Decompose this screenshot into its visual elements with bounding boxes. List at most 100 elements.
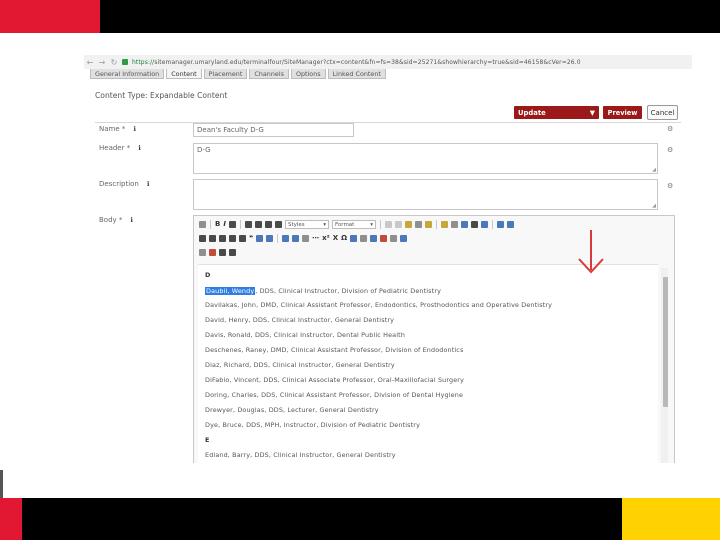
- slide-bottom-bar: [0, 498, 720, 540]
- forward-arrow-icon[interactable]: →: [98, 58, 106, 67]
- spellcheck-icon[interactable]: [199, 235, 206, 242]
- info-icon[interactable]: ℹ: [130, 216, 132, 224]
- info-icon[interactable]: ℹ: [147, 180, 149, 188]
- tab-placement[interactable]: Placement: [203, 69, 248, 79]
- blockquote-icon[interactable]: ❝: [249, 235, 253, 242]
- find-icon[interactable]: [440, 221, 448, 228]
- content-type-title: Content Type: Expandable Content: [95, 91, 228, 100]
- replace-icon[interactable]: [450, 221, 458, 228]
- name-input[interactable]: Dean's Faculty D-G: [193, 123, 354, 137]
- resize-handle-icon[interactable]: ◢: [652, 203, 656, 209]
- back-arrow-icon[interactable]: ←: [86, 58, 94, 67]
- selected-text[interactable]: Daubil, Wendy: [205, 287, 256, 295]
- outdent-icon[interactable]: [229, 235, 236, 242]
- tab-content[interactable]: Content: [166, 69, 202, 79]
- settings-icon[interactable]: ⚙: [667, 125, 673, 133]
- table-icon[interactable]: [480, 221, 488, 228]
- list-item: Dye, Bruce, DDS, MPH, Instructor, Divisi…: [205, 421, 421, 429]
- url-scheme: https://: [132, 58, 155, 66]
- image-properties-icon[interactable]: [219, 249, 226, 256]
- paste-word-icon[interactable]: [424, 221, 432, 228]
- slide-top-bar: [0, 0, 720, 33]
- info-icon[interactable]: ℹ: [133, 125, 135, 133]
- list-item: Deschenes, Raney, DMD, Clinical Assistan…: [205, 346, 464, 354]
- anchor-icon[interactable]: [282, 235, 290, 242]
- chevron-down-icon: ▼: [589, 108, 595, 117]
- insert-code-icon[interactable]: [229, 249, 236, 256]
- strikethrough-icon[interactable]: [228, 221, 236, 228]
- new-document-icon[interactable]: [199, 221, 206, 228]
- letter-heading: D: [205, 271, 211, 279]
- settings-icon[interactable]: ⚙: [667, 146, 673, 154]
- preview-icon[interactable]: [390, 235, 398, 242]
- header-label: Header * ℹ: [99, 144, 141, 152]
- paste-text-icon[interactable]: [414, 221, 422, 228]
- styles-dropdown[interactable]: Styles ▾: [284, 220, 329, 229]
- tab-linked-content[interactable]: Linked Content: [327, 69, 386, 79]
- link-icon[interactable]: [496, 221, 504, 228]
- align-center-icon[interactable]: [254, 221, 262, 228]
- list-item: Diaz, Richard, DDS, Clinical Instructor,…: [205, 361, 395, 369]
- italic-icon[interactable]: I: [223, 221, 226, 228]
- format-dropdown[interactable]: Format ▾: [331, 220, 376, 229]
- insert-media-icon[interactable]: [209, 249, 216, 256]
- maximize-icon[interactable]: [400, 235, 408, 242]
- update-button[interactable]: Update ▼: [514, 106, 599, 119]
- source-icon[interactable]: [380, 235, 388, 242]
- horizontal-rule-icon[interactable]: [302, 235, 310, 242]
- template-icon[interactable]: [360, 235, 368, 242]
- flash-icon[interactable]: [292, 235, 300, 242]
- description-textarea[interactable]: ◢: [193, 179, 658, 210]
- tab-channels[interactable]: Channels: [249, 69, 289, 79]
- red-arrow-annotation: [578, 230, 604, 274]
- list-item: Davilakas, John, DMD, Clinical Assistant…: [205, 301, 553, 309]
- cut-icon[interactable]: [384, 221, 392, 228]
- slide: ← → ↻ https://sitemanager.umaryland.edu/…: [0, 0, 720, 540]
- description-label: Description ℹ: [99, 180, 150, 188]
- iframe-icon[interactable]: [350, 235, 358, 242]
- divider: [95, 122, 681, 123]
- lock-icon: [122, 59, 128, 65]
- resize-handle-icon[interactable]: ◢: [652, 167, 656, 173]
- editor-toolbar-row-3: [199, 247, 236, 258]
- show-blocks-icon[interactable]: [370, 235, 378, 242]
- ellipsis-icon[interactable]: ⋯: [312, 235, 319, 242]
- tab-options[interactable]: Options: [290, 69, 326, 79]
- select-all-icon[interactable]: [460, 221, 468, 228]
- edit-source-icon[interactable]: [199, 249, 206, 256]
- content-tabs: General Information Content Placement Ch…: [90, 69, 388, 79]
- indent-icon[interactable]: [239, 235, 246, 242]
- align-left-icon[interactable]: [244, 221, 252, 228]
- url-text[interactable]: https://sitemanager.umaryland.edu/termin…: [132, 59, 581, 66]
- image-icon[interactable]: [470, 221, 478, 228]
- align-right-icon[interactable]: [264, 221, 272, 228]
- slide-bottom-yellow-block: [622, 498, 720, 540]
- numbered-list-icon[interactable]: [209, 235, 216, 242]
- bulleted-list-icon[interactable]: [219, 235, 226, 242]
- redo-icon[interactable]: [266, 235, 274, 242]
- slide-left-accent: [0, 470, 3, 498]
- editor-document[interactable]: D Daubil, Wendy, DDS, Clinical Instructo…: [198, 264, 658, 463]
- reload-icon[interactable]: ↻: [110, 58, 118, 67]
- header-textarea[interactable]: D-G ◢: [193, 143, 658, 174]
- special-character-icon[interactable]: Ω: [341, 235, 347, 242]
- undo-icon[interactable]: [256, 235, 264, 242]
- cancel-button[interactable]: Cancel: [647, 105, 678, 120]
- paste-icon[interactable]: [404, 221, 412, 228]
- settings-icon[interactable]: ⚙: [667, 182, 673, 190]
- editor-scrollbar-thumb[interactable]: [663, 277, 668, 407]
- preview-button[interactable]: Preview: [603, 106, 642, 119]
- align-justify-icon[interactable]: [274, 221, 282, 228]
- screenshot: ← → ↻ https://sitemanager.umaryland.edu/…: [84, 55, 692, 463]
- list-item: Daubil, Wendy, DDS, Clinical Instructor,…: [205, 287, 442, 295]
- info-icon[interactable]: ℹ: [138, 144, 140, 152]
- bold-icon[interactable]: B: [215, 221, 220, 228]
- list-item: Davis, Ronald, DDS, Clinical Instructor,…: [205, 331, 406, 339]
- url-path: /terminalfour/SiteManager?ctx=content&fn…: [241, 58, 581, 66]
- remove-format-icon[interactable]: X: [333, 235, 338, 242]
- unlink-icon[interactable]: [506, 221, 514, 228]
- list-item: Doring, Charles, DDS, Clinical Assistant…: [205, 391, 464, 399]
- tab-general-information[interactable]: General Information: [90, 69, 165, 79]
- copy-icon[interactable]: [394, 221, 402, 228]
- superscript-icon[interactable]: x²: [322, 235, 330, 242]
